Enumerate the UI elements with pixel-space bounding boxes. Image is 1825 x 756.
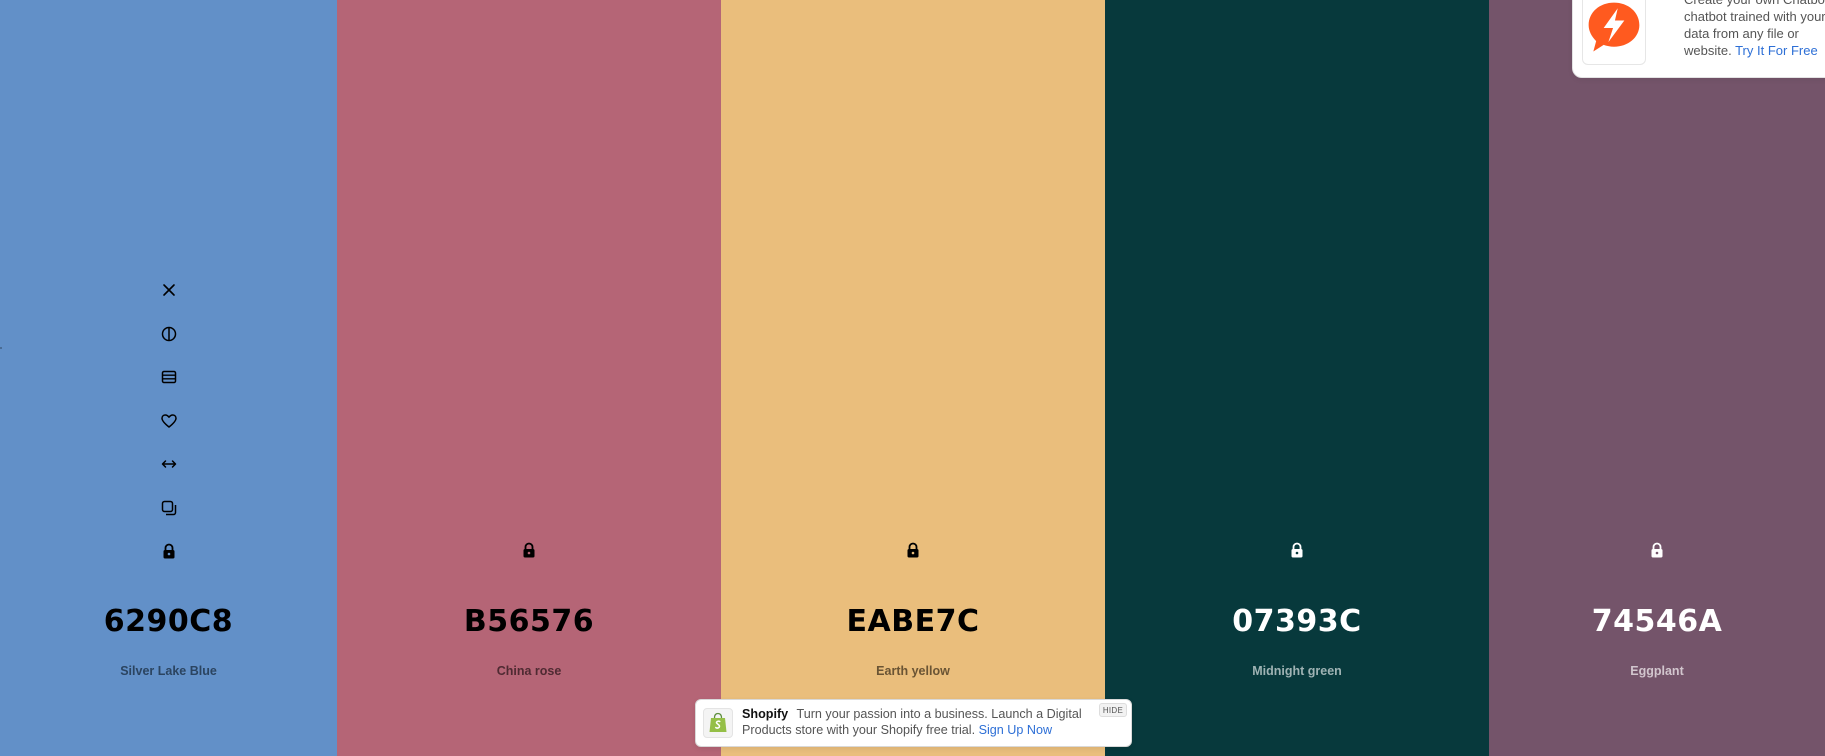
palette: 6290C8 Silver Lake Blue B56576 China ros… <box>0 0 1825 756</box>
color-name[interactable]: Midnight green <box>1105 664 1489 678</box>
color-name[interactable]: Eggplant <box>1489 664 1825 678</box>
ad-text: Create your own Chatbot chatbot trained … <box>1684 0 1825 59</box>
shopify-brand: Shopify <box>742 707 789 721</box>
color-swatch-5[interactable]: 74546A Eggplant <box>1489 0 1825 756</box>
hex-code[interactable]: EABE7C <box>721 604 1105 639</box>
lock-icon[interactable] <box>900 537 926 563</box>
color-swatch-2[interactable]: B56576 China rose <box>337 0 721 756</box>
swatch-toolbar <box>156 277 182 564</box>
edge-marker <box>0 347 2 349</box>
shopify-banner[interactable]: Shopify Turn your passion into a busines… <box>695 699 1132 747</box>
shopify-bag-icon <box>709 712 727 732</box>
copy-icon[interactable] <box>156 495 182 521</box>
hex-code[interactable]: 07393C <box>1105 604 1489 639</box>
close-icon[interactable] <box>156 277 182 303</box>
color-name[interactable]: Earth yellow <box>721 664 1105 678</box>
ad-link[interactable]: Try It For Free <box>1735 43 1818 58</box>
lock-icon[interactable] <box>1284 537 1310 563</box>
color-name[interactable]: Silver Lake Blue <box>0 664 337 678</box>
drag-icon[interactable] <box>156 451 182 477</box>
hide-button[interactable]: HIDE <box>1099 703 1127 717</box>
lock-icon[interactable] <box>1644 537 1670 563</box>
hex-code[interactable]: 74546A <box>1489 604 1825 639</box>
view-shades-icon[interactable] <box>156 364 182 390</box>
hex-code[interactable]: B56576 <box>337 604 721 639</box>
ad-logo <box>1582 0 1646 65</box>
color-swatch-4[interactable]: 07393C Midnight green <box>1105 0 1489 756</box>
lock-icon[interactable] <box>516 537 542 563</box>
lightning-chat-icon <box>1588 2 1640 52</box>
lock-icon[interactable] <box>156 538 182 564</box>
shopify-logo <box>703 708 733 738</box>
heart-icon[interactable] <box>156 408 182 434</box>
color-swatch-3[interactable]: EABE7C Earth yellow <box>721 0 1105 756</box>
shopify-signup-link[interactable]: Sign Up Now <box>979 723 1053 737</box>
shopify-text: Shopify Turn your passion into a busines… <box>742 706 1092 738</box>
sponsored-card[interactable]: Create your own Chatbot chatbot trained … <box>1572 0 1825 78</box>
contrast-icon[interactable] <box>156 321 182 347</box>
color-swatch-1[interactable]: 6290C8 Silver Lake Blue <box>0 0 337 756</box>
hex-code[interactable]: 6290C8 <box>0 604 337 639</box>
color-name[interactable]: China rose <box>337 664 721 678</box>
